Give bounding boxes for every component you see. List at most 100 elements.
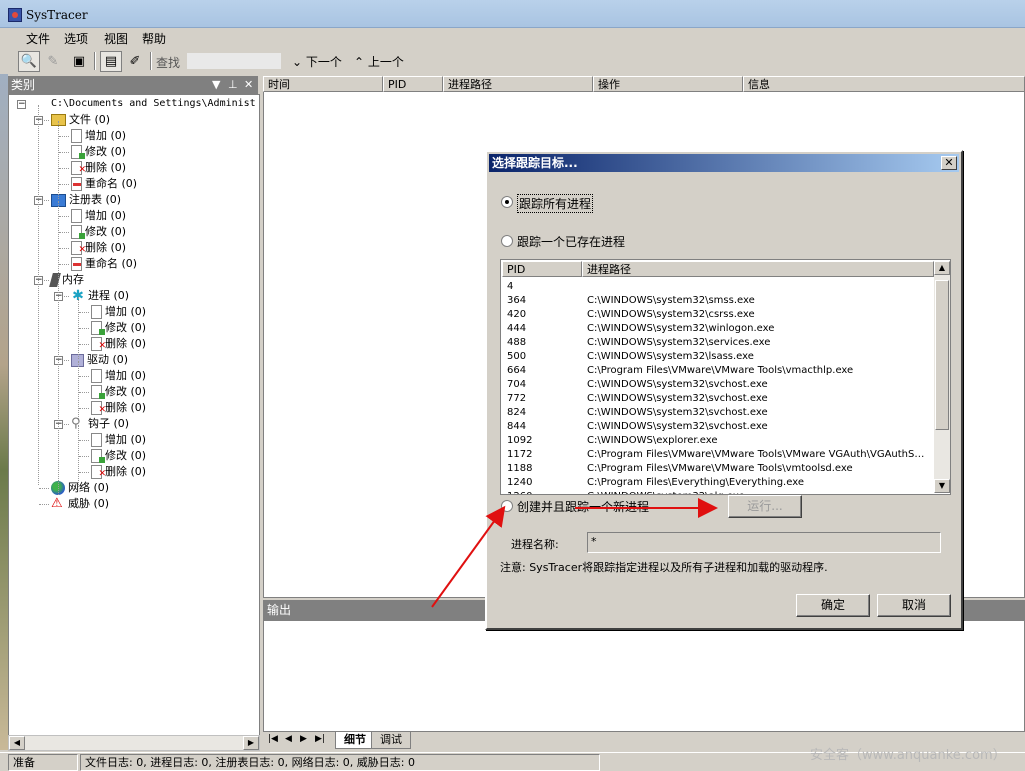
tree-node[interactable]: 删除 (0)	[91, 465, 146, 481]
tree-node[interactable]: ⚲ 钩子 (0)	[71, 417, 129, 431]
tree-root[interactable]: C:\Documents and Settings\Administ	[51, 97, 256, 111]
process-row[interactable]: 704 C:\WINDOWS\system32\svchost.exe	[501, 378, 933, 392]
tree-node-label: 威胁 (0)	[68, 497, 110, 510]
desktop-background-strip	[0, 50, 8, 750]
process-row[interactable]: 1092 C:\WINDOWS\explorer.exe	[501, 434, 933, 448]
search-input[interactable]	[186, 52, 282, 70]
procname-input[interactable]: *	[587, 532, 941, 553]
picture-icon[interactable]: ▣	[68, 51, 90, 72]
radio-all-processes[interactable]	[501, 196, 513, 208]
radio-all-processes-label[interactable]: 跟踪所有进程	[517, 194, 594, 213]
tree-node[interactable]: ⚠ 威胁 (0)	[51, 497, 109, 511]
process-row[interactable]: 4	[501, 280, 933, 294]
prev-tab-icon[interactable]: ◀	[285, 734, 292, 744]
process-row[interactable]: 500 C:\WINDOWS\system32\lsass.exe	[501, 350, 933, 364]
tree-node[interactable]: 注册表 (0)	[51, 193, 121, 207]
column-info[interactable]: 信息	[743, 76, 1025, 92]
process-list-scroll-thumb[interactable]	[935, 280, 949, 430]
process-row[interactable]: 364 C:\WINDOWS\system32\smss.exe	[501, 294, 933, 308]
scroll-down-icon[interactable]: ▼	[934, 479, 950, 493]
tree-node[interactable]: 网络 (0)	[51, 481, 109, 495]
run-button[interactable]: 运行...	[728, 495, 802, 518]
process-row[interactable]: 488 C:\WINDOWS\system32\services.exe	[501, 336, 933, 350]
process-list-column-pid[interactable]: PID	[502, 261, 582, 277]
scan-icon[interactable]: 🔍	[18, 51, 40, 72]
tab-debug[interactable]: 调试	[371, 732, 411, 749]
output-panel[interactable]	[263, 620, 1025, 732]
tree-node[interactable]: 修改 (0)	[71, 145, 126, 159]
process-path: C:\WINDOWS\system32\svchost.exe	[587, 407, 768, 418]
tree-node[interactable]: ✱ 进程 (0)	[71, 289, 129, 303]
menu-file[interactable]: 文件	[24, 30, 52, 47]
pin-icon[interactable]: ⊥	[228, 76, 238, 94]
tree-node[interactable]: 修改 (0)	[91, 385, 146, 399]
menu-help[interactable]: 帮助	[140, 30, 168, 47]
tree-node-label: 增加 (0)	[85, 129, 127, 142]
first-tab-icon[interactable]: |◀	[268, 734, 278, 744]
process-row[interactable]: 1188 C:\Program Files\VMware\VMware Tools…	[501, 462, 933, 476]
process-row[interactable]: 1240 C:\Program Files\Everything\Everythi…	[501, 476, 933, 490]
collapse-icon[interactable]: −	[17, 100, 26, 109]
process-row[interactable]: 1172 C:\Program Files\VMware\VMware Tools…	[501, 448, 933, 462]
select-target-dialog: 选择跟踪目标... ✕ 跟踪所有进程 跟踪一个已存在进程 PID 进程路径 4 3…	[485, 150, 963, 630]
tree-node[interactable]: 内存	[49, 273, 84, 287]
process-list[interactable]: PID 进程路径 4 364 C:\WINDOWS\system32\smss.ex…	[500, 259, 951, 495]
tree-node[interactable]: 删除 (0)	[91, 401, 146, 417]
process-row[interactable]: 664 C:\Program Files\VMware\VMware Tools\…	[501, 364, 933, 378]
tree-node[interactable]: 增加 (0)	[91, 433, 146, 447]
process-row[interactable]: 444 C:\WINDOWS\system32\winlogon.exe	[501, 322, 933, 336]
tree-node[interactable]: 增加 (0)	[71, 209, 126, 223]
tree-node[interactable]: 增加 (0)	[71, 129, 126, 143]
process-list-column-path[interactable]: 进程路径	[582, 261, 934, 277]
menu-options[interactable]: 选项	[62, 30, 90, 47]
scroll-left-icon[interactable]: ◀	[9, 736, 25, 750]
process-row[interactable]: 772 C:\WINDOWS\system32\svchost.exe	[501, 392, 933, 406]
tree-horizontal-scrollbar[interactable]: ◀ ▶	[8, 735, 260, 751]
tree-node-label: 重命名 (0)	[85, 257, 138, 270]
tree-node[interactable]: 删除 (0)	[71, 241, 126, 257]
scroll-up-icon[interactable]: ▲	[934, 261, 950, 275]
column-time[interactable]: 时间	[263, 76, 383, 92]
report-icon[interactable]: ▤	[100, 51, 122, 72]
cancel-button[interactable]: 取消	[877, 594, 951, 617]
tree-node[interactable]: 增加 (0)	[91, 369, 146, 383]
tab-details[interactable]: 细节	[335, 732, 375, 749]
menu-view[interactable]: 视图	[102, 30, 130, 47]
process-row[interactable]: 420 C:\WINDOWS\system32\csrss.exe	[501, 308, 933, 322]
radio-new-process[interactable]	[501, 500, 513, 512]
scroll-right-icon[interactable]: ▶	[243, 736, 259, 750]
close-icon[interactable]: ✕	[244, 76, 253, 94]
process-row[interactable]: 824 C:\WINDOWS\system32\svchost.exe	[501, 406, 933, 420]
find-prev-button[interactable]: ⌃ 上一个	[354, 53, 404, 70]
category-tree[interactable]: C:\Documents and Settings\Administ − 文件 (0…	[8, 94, 260, 736]
radio-existing-process-label[interactable]: 跟踪一个已存在进程	[517, 233, 625, 250]
ok-button[interactable]: 确定	[796, 594, 870, 617]
tree-node[interactable]: 驱动 (0)	[71, 353, 128, 367]
tree-node[interactable]: 修改 (0)	[71, 225, 126, 239]
edit-icon[interactable]: ✐	[124, 51, 146, 72]
process-row[interactable]: 1260C:\WINDOWS\system32\alg.exe	[501, 490, 933, 494]
tree-node[interactable]: 重命名 (0)	[71, 177, 137, 191]
dropdown-icon[interactable]: ▼	[212, 76, 220, 94]
find-next-button[interactable]: ⌄ 下一个	[292, 53, 342, 70]
tree-node[interactable]: 修改 (0)	[91, 321, 146, 335]
tree-node[interactable]: 文件 (0)	[51, 113, 110, 127]
compare-icon[interactable]: ✎	[42, 51, 64, 72]
tree-node[interactable]: 删除 (0)	[71, 161, 126, 177]
column-process-path[interactable]: 进程路径	[443, 76, 593, 92]
tree-node[interactable]: 删除 (0)	[91, 337, 146, 353]
dialog-close-icon[interactable]: ✕	[941, 156, 957, 170]
column-pid[interactable]: PID	[383, 76, 443, 92]
radio-new-process-label[interactable]: 创建并且跟踪一个新进程	[517, 498, 649, 515]
tree-node[interactable]: 重命名 (0)	[71, 257, 137, 271]
next-tab-icon[interactable]: ▶	[300, 734, 307, 744]
process-row[interactable]: 844 C:\WINDOWS\system32\svchost.exe	[501, 420, 933, 434]
tree-node[interactable]: 修改 (0)	[91, 449, 146, 463]
tree-node-label: 修改 (0)	[105, 449, 147, 462]
doc-delete-icon	[91, 401, 106, 417]
doc-delete-icon	[91, 337, 106, 353]
last-tab-icon[interactable]: ▶|	[315, 734, 325, 744]
tree-node[interactable]: 增加 (0)	[91, 305, 146, 319]
column-operation[interactable]: 操作	[593, 76, 743, 92]
radio-existing-process[interactable]	[501, 235, 513, 247]
